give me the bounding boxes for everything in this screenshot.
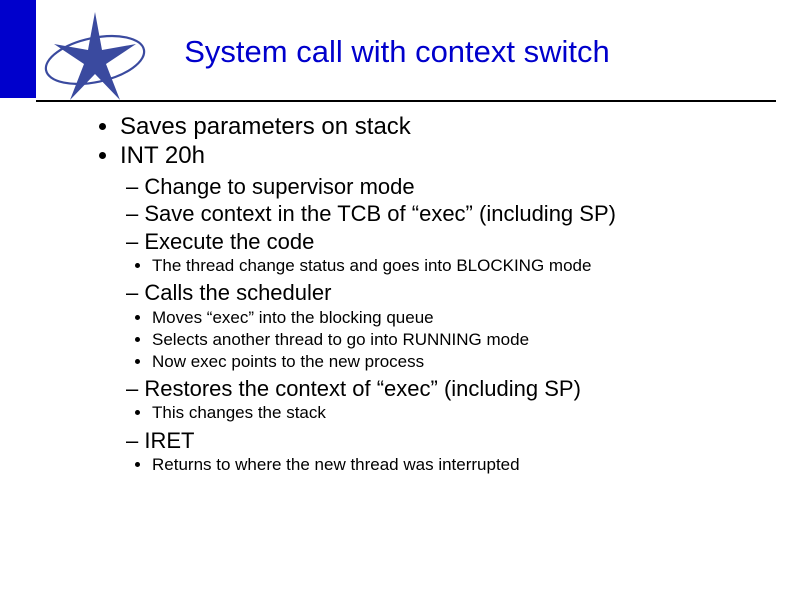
- bullet-item: Save context in the TCB of “exec” (inclu…: [126, 200, 760, 228]
- bullet-list-level3: Moves “exec” into the blocking queue Sel…: [90, 307, 760, 373]
- bullet-list-level2: Change to supervisor mode Save context i…: [90, 173, 760, 256]
- slide: System call with context switch Saves pa…: [0, 0, 794, 595]
- bullet-item: Returns to where the new thread was inte…: [152, 454, 760, 476]
- bullet-item: This changes the stack: [152, 402, 760, 424]
- bullet-item: INT 20h: [120, 141, 760, 170]
- bullet-list-level3: Returns to where the new thread was inte…: [90, 454, 760, 476]
- bullet-item: Execute the code: [126, 228, 760, 256]
- header-divider: [36, 100, 776, 102]
- bullet-item: Saves parameters on stack: [120, 112, 760, 141]
- bullet-item: The thread change status and goes into B…: [152, 255, 760, 277]
- bullet-list-level3: The thread change status and goes into B…: [90, 255, 760, 277]
- bullet-item: Calls the scheduler: [126, 279, 760, 307]
- bullet-item: Change to supervisor mode: [126, 173, 760, 201]
- bullet-item: Restores the context of “exec” (includin…: [126, 375, 760, 403]
- bullet-list-level1: Saves parameters on stack INT 20h: [90, 112, 760, 171]
- bullet-item: Moves “exec” into the blocking queue: [152, 307, 760, 329]
- bullet-item: Selects another thread to go into RUNNIN…: [152, 329, 760, 351]
- slide-body: Saves parameters on stack INT 20h Change…: [90, 112, 760, 476]
- bullet-list-level3: This changes the stack: [90, 402, 760, 424]
- bullet-item: IRET: [126, 427, 760, 455]
- bullet-item: Now exec points to the new process: [152, 351, 760, 373]
- bullet-list-level2: Calls the scheduler: [90, 279, 760, 307]
- bullet-list-level2: Restores the context of “exec” (includin…: [90, 375, 760, 403]
- slide-title: System call with context switch: [0, 34, 794, 70]
- bullet-list-level2: IRET: [90, 427, 760, 455]
